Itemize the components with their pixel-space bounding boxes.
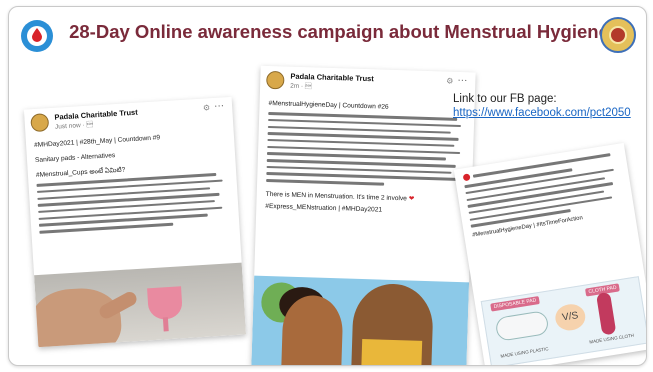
disposable-pad-label: DISPOSABLE PAD — [490, 296, 540, 312]
globe-icon: ⚙ — [202, 103, 211, 113]
drop-icon — [32, 28, 42, 42]
disposable-pad-icon — [494, 310, 550, 342]
page-title: 28-Day Online awareness campaign about M… — [69, 21, 609, 42]
facebook-post-men-in-menstruation[interactable]: Padala Charitable Trust 2m ·  ⚙ ··· #Me… — [251, 65, 476, 365]
post-body-text — [266, 112, 465, 188]
fb-link-label: Link to our FB page: — [453, 93, 557, 105]
post-body-text — [36, 172, 232, 234]
facebook-post-menstrual-cups[interactable]: Padala Charitable Trust Just now ·  ⚙ ·… — [23, 96, 247, 348]
more-options-icon[interactable]: ··· — [457, 75, 467, 86]
menstrual-cup-photo — [29, 262, 247, 348]
trust-seal-icon — [600, 17, 636, 53]
post-author: Padala Charitable Trust — [54, 107, 138, 122]
disposable-pad-caption: MADE USING PLASTIC — [500, 346, 549, 359]
fb-page-link[interactable]: https://www.facebook.com/pct2050 — [453, 107, 631, 119]
avatar — [266, 70, 285, 90]
blood-drop-logo-icon — [21, 20, 53, 52]
slide-frame: 28-Day Online awareness campaign about M… — [8, 6, 647, 366]
cloth-pad-caption: MADE USING CLOTH — [589, 332, 635, 345]
more-options-icon[interactable]: ··· — [214, 100, 225, 112]
post-time: Just now ·  — [54, 121, 94, 131]
post-time: 2m ·  — [290, 82, 312, 91]
globe-icon: ⚙ — [446, 76, 454, 86]
cloth-pad-icon — [595, 291, 617, 336]
heart-emoji-icon: ❤ — [408, 195, 415, 203]
red-circle-icon — [462, 173, 471, 182]
versus-badge: V/S — [553, 302, 588, 333]
avatar — [30, 113, 50, 133]
pads-comparison-image: DISPOSABLE PAD CLOTH PAD V/S MADE USING … — [480, 276, 646, 365]
father-daughter-illustration — [251, 275, 470, 365]
facebook-post-pads-comparison[interactable]: #MenstrualHygieneDay | #ItsTimeForAction… — [453, 142, 646, 365]
